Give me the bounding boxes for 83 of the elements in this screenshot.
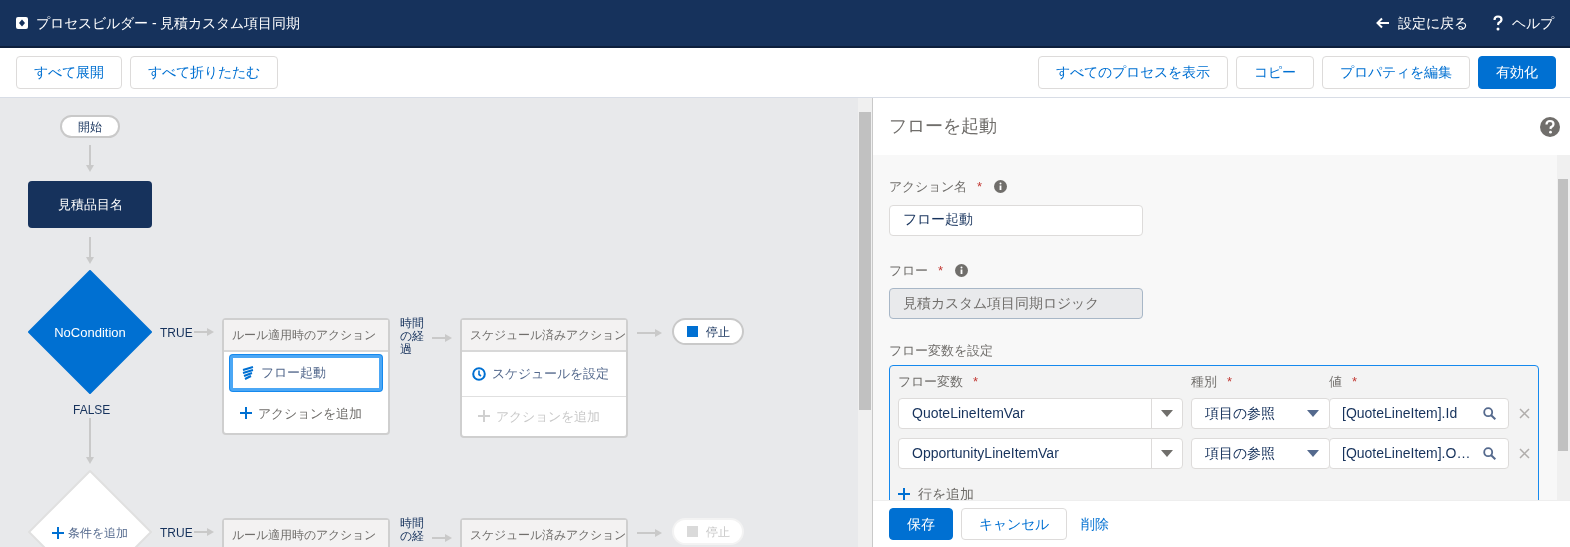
time-trigger-label: 時間の経 [400, 517, 424, 543]
value-field[interactable]: [QuoteLineItem].O… [1329, 437, 1509, 469]
value-field[interactable]: [QuoteLineItem].Id [1329, 397, 1509, 429]
section-label: フロー変数を設定 [889, 344, 994, 357]
header-link[interactable]: ヘルプ [1492, 12, 1554, 34]
action-item[interactable]: フロー起動 [230, 355, 382, 391]
connector-arrow [637, 528, 662, 538]
toolbar-button[interactable]: すべて折りたたむ [130, 56, 278, 89]
dropdown-triangle-icon [1307, 449, 1319, 457]
text-field: 見積カスタム項目同期ロジック [889, 288, 1143, 319]
connector-arrow [432, 533, 452, 543]
dropdown-triangle-icon [1161, 409, 1173, 417]
dropdown-triangle-icon [1307, 409, 1319, 417]
toolbar-button[interactable]: 有効化 [1478, 56, 1556, 89]
add-condition-link[interactable]: 条件を追加 [52, 524, 128, 542]
text-field[interactable]: フロー起動 [889, 204, 1143, 236]
remove-row-button[interactable] [1519, 407, 1530, 419]
required-mark: * [977, 178, 983, 196]
type-select[interactable]: 項目の参照 [1191, 437, 1330, 469]
branch-label: FALSE [73, 402, 111, 419]
condition-label: NoCondition [54, 324, 126, 342]
info-icon[interactable] [994, 180, 1008, 194]
remove-row-button[interactable] [1519, 447, 1530, 459]
required-mark: * [938, 261, 944, 280]
header-link[interactable]: 設定に戻る [1376, 12, 1468, 34]
stop-node: 停止 [672, 318, 744, 345]
connector-arrow [85, 145, 95, 172]
variable-combobox[interactable]: QuoteLineItemVar [898, 397, 1183, 429]
process-icon [16, 17, 28, 29]
search-icon [1483, 446, 1496, 460]
footer-button[interactable]: 保存 [889, 508, 953, 540]
connector-arrow [85, 237, 95, 264]
back-arrow-icon [1376, 17, 1390, 29]
toolbar-button[interactable]: コピー [1236, 56, 1314, 89]
connector-arrow [194, 327, 214, 337]
connector-arrow [194, 527, 214, 537]
stop-square-icon [686, 526, 698, 537]
toolbar-button[interactable]: すべてのプロセスを表示 [1038, 56, 1228, 89]
connector-arrow [432, 333, 452, 343]
panel-title: フローを起動 [889, 115, 997, 138]
required-mark: * [1227, 373, 1233, 391]
delete-link[interactable]: 削除 [1075, 508, 1115, 540]
criteria-node[interactable]: 見積品目名 [28, 181, 152, 228]
plus-icon [898, 488, 910, 500]
page-title: プロセスビルダー - 見積カスタム項目同期 [36, 13, 301, 33]
branch-label: TRUE [160, 325, 193, 342]
plus-icon [478, 410, 490, 423]
required-mark: * [973, 373, 979, 391]
add-action-link[interactable]: アクションを追加 [224, 393, 388, 433]
time-trigger-label: 時間の経過 [400, 317, 424, 356]
group-title: スケジュール済みアクション [462, 320, 626, 352]
group-title: ルール適用時のアクション [224, 320, 388, 352]
clock-icon [472, 366, 486, 381]
field-label: アクション名 [889, 180, 967, 194]
field-label: 種別 [1191, 375, 1217, 389]
add-row-link[interactable]: 行を追加 [898, 477, 974, 500]
search-icon [1483, 406, 1496, 420]
start-node: 開始 [60, 115, 120, 138]
toolbar-button[interactable]: すべて展開 [16, 56, 122, 89]
connector-arrow [637, 328, 662, 338]
vertical-scrollbar[interactable] [1557, 155, 1570, 500]
required-mark: * [1352, 373, 1358, 391]
flow-icon [241, 365, 255, 380]
plus-icon [52, 527, 64, 539]
set-schedule-link[interactable]: スケジュールを設定 [462, 352, 626, 397]
field-label: フロー変数 [898, 375, 963, 389]
condition-diamond[interactable] [28, 270, 152, 394]
field-label: フロー [889, 263, 928, 277]
help-icon [1492, 15, 1504, 31]
stop-square-icon [686, 326, 698, 337]
footer-button[interactable]: キャンセル [961, 508, 1067, 540]
group-title: スケジュール済みアクション [462, 520, 626, 547]
dropdown-triangle-icon [1161, 449, 1173, 457]
toolbar-button[interactable]: プロパティを編集 [1322, 56, 1470, 89]
connector-arrow [85, 418, 95, 464]
branch-label: TRUE [160, 525, 193, 542]
vertical-scrollbar[interactable] [858, 98, 872, 547]
help-icon[interactable] [1540, 116, 1560, 137]
type-select[interactable]: 項目の参照 [1191, 397, 1330, 429]
group-title: ルール適用時のアクション [224, 520, 388, 547]
field-label: 値 [1329, 375, 1342, 389]
variable-combobox[interactable]: OpportunityLineItemVar [898, 437, 1183, 469]
plus-icon [240, 407, 252, 420]
